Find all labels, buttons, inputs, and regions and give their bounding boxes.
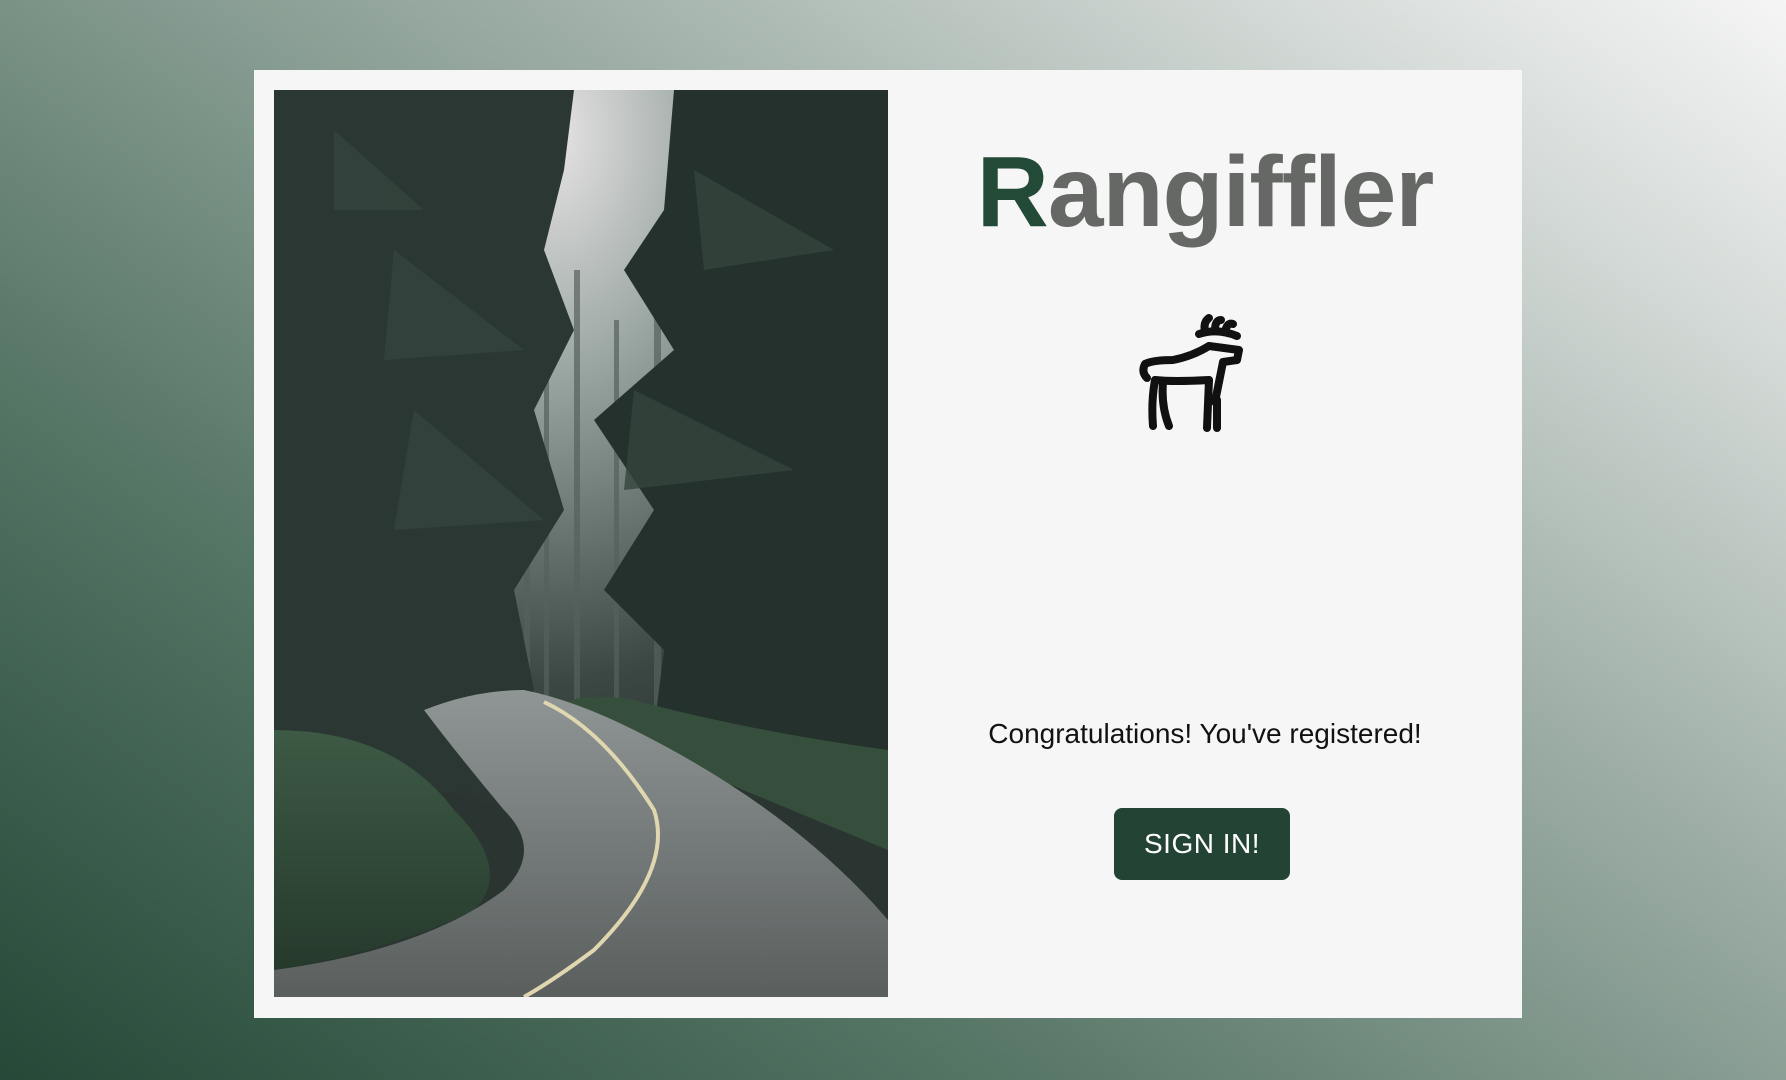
registration-card: Rangiffler Congratulations! You've regis… (254, 70, 1522, 1018)
content-panel: Rangiffler Congratulations! You've regis… (888, 70, 1522, 1018)
app-title-rest: angiffler (1047, 136, 1434, 248)
app-title: Rangiffler (888, 132, 1522, 252)
sign-in-button[interactable]: SIGN IN! (1114, 808, 1290, 880)
forest-road-image (274, 90, 888, 997)
reindeer-icon (1133, 302, 1277, 442)
registration-success-message: Congratulations! You've registered! (988, 718, 1422, 749)
app-title-initial: R (976, 136, 1049, 248)
